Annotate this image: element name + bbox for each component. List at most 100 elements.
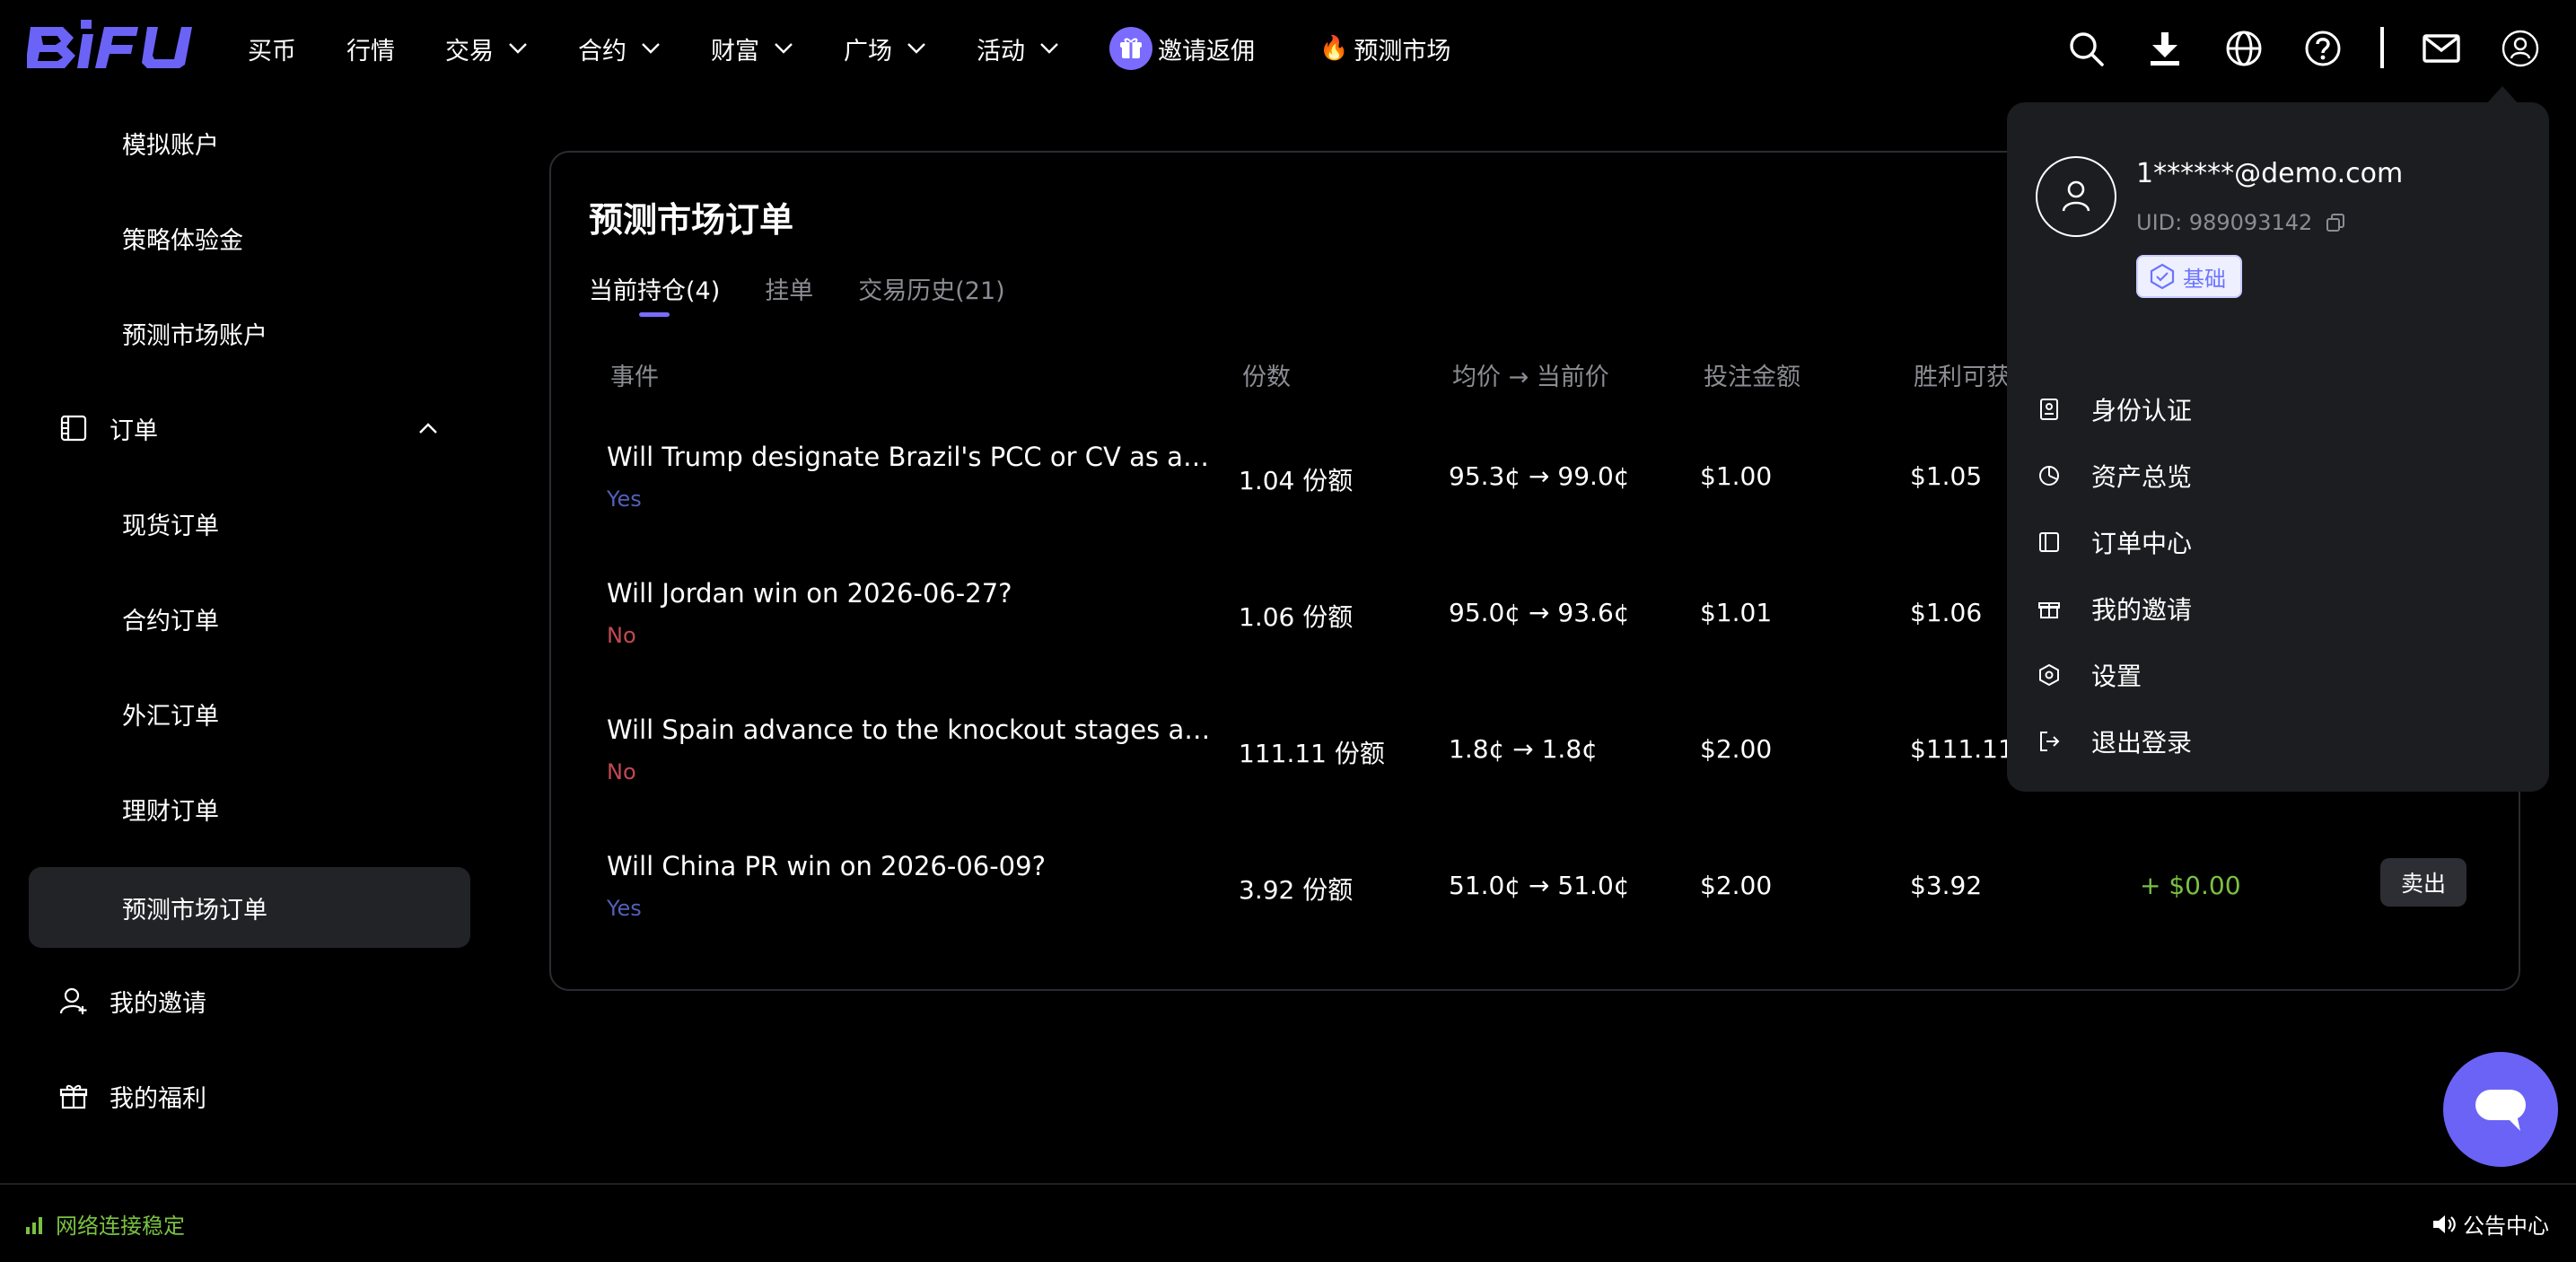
sidebar-group-orders[interactable]: 订单 <box>29 388 470 469</box>
avatar <box>2036 156 2116 237</box>
sidebar-item-spot-orders[interactable]: 现货订单 <box>29 483 470 564</box>
menu-item-label: 身份认证 <box>2091 396 2193 425</box>
id-card-icon <box>2040 399 2058 420</box>
nav-label: 邀请返佣 <box>1158 37 1255 66</box>
column-header: 胜利可获 <box>1914 364 2011 391</box>
sidebar-item-demo-account[interactable]: 模拟账户 <box>29 102 470 183</box>
sidebar-item-label: 我的邀请 <box>110 989 206 1018</box>
event-title[interactable]: Will Spain advance to the knockout stage… <box>607 714 1217 745</box>
menu-item-order-center[interactable]: 订单中心 <box>2037 524 2192 560</box>
download-icon[interactable] <box>2145 29 2185 68</box>
search-icon[interactable] <box>2066 29 2106 68</box>
nav-item-wealth[interactable]: 财富 <box>711 31 793 66</box>
nav-label: 活动 <box>977 37 1025 66</box>
user-add-icon <box>59 987 87 1014</box>
nav-item-futures[interactable]: 合约 <box>578 31 661 66</box>
network-status-text: 网络连接稳定 <box>56 1214 185 1239</box>
nav-item-markets[interactable]: 行情 <box>346 31 395 66</box>
globe-icon[interactable] <box>2224 29 2264 68</box>
menu-item-my-invites[interactable]: 我的邀请 <box>2037 591 2192 627</box>
nav-label: 买币 <box>248 37 296 66</box>
column-header: 份数 <box>1242 364 1291 391</box>
user-icon[interactable] <box>2501 29 2540 68</box>
sidebar-item-futures-orders[interactable]: 合约订单 <box>29 578 470 659</box>
sidebar-item-strategy-bonus[interactable]: 策略体验金 <box>29 197 470 278</box>
dropdown-pointer <box>2486 86 2519 104</box>
orders-icon <box>60 415 87 442</box>
sidebar-group-my-invites[interactable]: 我的邀请 <box>29 960 470 1041</box>
flame-icon: 🔥 <box>1319 35 1349 62</box>
nav-item-events[interactable]: 活动 <box>977 31 1059 66</box>
chevron-down-icon <box>775 43 793 54</box>
bifu-logo[interactable] <box>27 20 197 75</box>
menu-item-identity-verification[interactable]: 身份认证 <box>2037 391 2192 427</box>
outcome-label: No <box>607 623 636 648</box>
menu-item-logout[interactable]: 退出登录 <box>2037 723 2192 759</box>
menu-item-label: 订单中心 <box>2091 529 2193 558</box>
outcome-label: No <box>607 759 636 784</box>
sidebar-item-label: 模拟账户 <box>122 131 219 160</box>
sidebar-item-forex-orders[interactable]: 外汇订单 <box>29 673 470 754</box>
sidebar-item-label: 理财订单 <box>122 797 219 826</box>
level-shield-icon <box>2150 263 2175 290</box>
chevron-down-icon <box>907 43 925 54</box>
help-icon[interactable] <box>2303 29 2343 68</box>
level-label: 基础 <box>2183 266 2226 292</box>
copy-icon[interactable] <box>2325 212 2346 233</box>
price-value: 95.3¢ → 99.0¢ <box>1449 461 1630 491</box>
menu-item-label: 退出登录 <box>2091 728 2193 758</box>
nav-item-trade[interactable]: 交易 <box>445 31 528 66</box>
uid-text: UID: 989093142 <box>2136 210 2313 235</box>
nav-label: 交易 <box>445 37 494 66</box>
sidebar-item-label: 外汇订单 <box>122 702 219 731</box>
tab-open-orders[interactable]: 挂单 <box>765 271 813 306</box>
toolbar-divider <box>2380 27 2384 68</box>
main-nav: 买币 行情 交易 合约 财富 广场 活动 邀请返佣 🔥 预测市场 <box>248 0 1501 97</box>
mail-icon[interactable] <box>2422 29 2461 68</box>
column-header: 投注金额 <box>1704 364 1801 391</box>
nav-item-prediction-market[interactable]: 🔥 预测市场 <box>1319 31 1450 66</box>
network-status: 网络连接稳定 <box>25 1208 185 1240</box>
signal-bars-icon <box>26 1216 42 1234</box>
event-title[interactable]: Will Trump designate Brazil's PCC or CV … <box>607 442 1217 472</box>
outcome-label: Yes <box>607 486 642 512</box>
sidebar-group-my-benefits[interactable]: 我的福利 <box>29 1056 470 1136</box>
sidebar-item-label: 预测市场订单 <box>122 896 267 925</box>
sidebar-item-prediction-orders[interactable]: 预测市场订单 <box>29 867 470 948</box>
top-nav-bar: 买币 行情 交易 合约 财富 广场 活动 邀请返佣 🔥 预测市场 <box>0 0 2576 97</box>
nav-item-invite-rebate[interactable]: 邀请返佣 <box>1109 27 1255 70</box>
nav-label: 广场 <box>844 37 892 66</box>
logout-icon <box>2040 732 2060 751</box>
price-value: 1.8¢ → 1.8¢ <box>1449 734 1598 764</box>
announcement-label: 公告中心 <box>2463 1214 2549 1239</box>
chevron-up-icon <box>419 423 437 434</box>
shares-value: 1.04 份额 <box>1239 466 1354 495</box>
chat-support-button[interactable] <box>2443 1052 2558 1167</box>
account-uid: UID: 989093142 <box>2136 210 2346 235</box>
sidebar-item-label: 策略体验金 <box>122 226 243 255</box>
table-row[interactable]: Will China PR win on 2026-06-09? Yes 3.9… <box>551 851 2519 987</box>
sell-button[interactable]: 卖出 <box>2380 858 2466 907</box>
amount-value: $2.00 <box>1700 734 1773 764</box>
nav-item-square[interactable]: 广场 <box>844 31 926 66</box>
account-email: 1******@demo.com <box>2136 158 2404 189</box>
price-value: 51.0¢ → 51.0¢ <box>1449 871 1630 900</box>
gift-icon <box>2038 602 2060 618</box>
tab-current-positions[interactable]: 当前持仓(4) <box>589 271 720 317</box>
shares-value: 111.11 份额 <box>1239 739 1385 768</box>
menu-item-settings[interactable]: 设置 <box>2037 657 2142 693</box>
tab-trade-history[interactable]: 交易历史(21) <box>858 271 1004 306</box>
announcement-center-link[interactable]: 公告中心 <box>2431 1208 2549 1240</box>
shares-value: 3.92 份额 <box>1239 875 1354 905</box>
amount-value: $1.01 <box>1700 598 1773 627</box>
sidebar-item-prediction-account[interactable]: 预测市场账户 <box>29 293 470 373</box>
event-title[interactable]: Will Jordan win on 2026-06-27? <box>607 578 1217 609</box>
sidebar-item-wealth-orders[interactable]: 理财订单 <box>29 768 470 849</box>
nav-item-buy-crypto[interactable]: 买币 <box>248 31 296 66</box>
event-title[interactable]: Will China PR win on 2026-06-09? <box>607 851 1217 881</box>
price-value: 95.0¢ → 93.6¢ <box>1449 598 1630 627</box>
menu-item-asset-overview[interactable]: 资产总览 <box>2037 458 2192 494</box>
nav-label: 财富 <box>711 37 759 66</box>
nav-label: 合约 <box>578 37 626 66</box>
menu-item-label: 资产总览 <box>2091 462 2193 492</box>
